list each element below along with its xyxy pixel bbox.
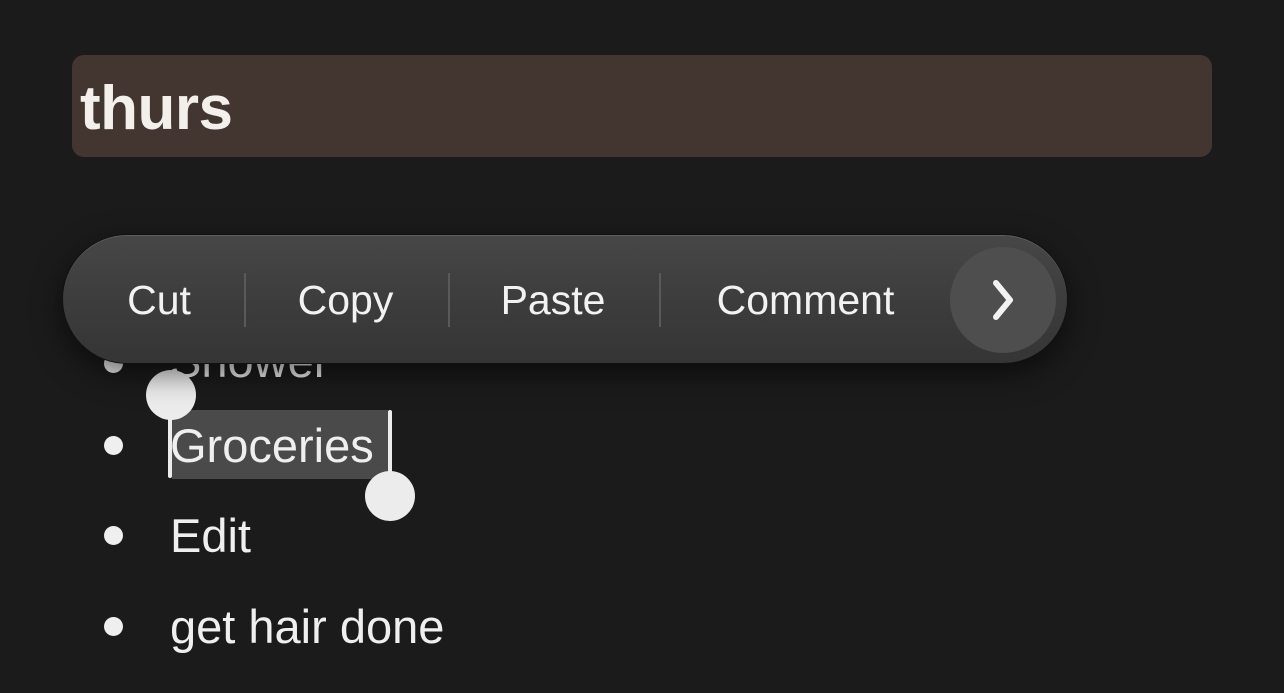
bullet-icon — [104, 617, 123, 636]
selection-end-handle[interactable] — [365, 471, 415, 521]
edit-context-menu: Cut Copy Paste Comment — [62, 234, 1068, 364]
list-item-text[interactable]: Edit — [170, 508, 251, 564]
bullet-icon — [104, 436, 123, 455]
more-options-button[interactable] — [950, 247, 1056, 353]
paste-button[interactable]: Paste — [478, 235, 628, 365]
menu-divider — [244, 273, 246, 327]
menu-divider — [659, 273, 661, 327]
menu-divider — [448, 273, 450, 327]
comment-button[interactable]: Comment — [688, 235, 923, 365]
selection-start-handle[interactable] — [146, 370, 196, 420]
list-item-text[interactable]: Groceries — [170, 418, 374, 474]
copy-button[interactable]: Copy — [273, 235, 418, 365]
list-item-text[interactable]: get hair done — [170, 599, 444, 655]
chevron-right-icon — [993, 280, 1013, 320]
cut-button[interactable]: Cut — [103, 235, 215, 365]
list-item[interactable]: get hair done — [0, 597, 800, 667]
bullet-icon — [104, 526, 123, 545]
